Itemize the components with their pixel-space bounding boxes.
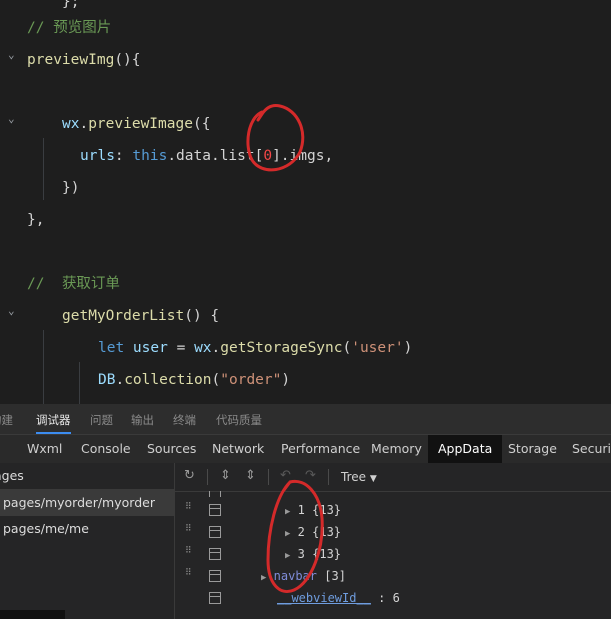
fold-chevron-down-icon[interactable]: ⌄ bbox=[8, 305, 18, 316]
tab-debugger[interactable]: 调试器 bbox=[36, 412, 71, 434]
code-line: }, bbox=[27, 212, 45, 228]
drag-handle-icon[interactable]: ⠿ bbox=[185, 503, 193, 515]
page-item-me[interactable]: pages/me/me bbox=[0, 516, 177, 542]
node-icon bbox=[209, 592, 221, 604]
tab-storage[interactable]: Storage bbox=[498, 435, 567, 463]
appdata-toolbar: ↻ ⇕ ⇕ ↶ ↷ Tree ▼ bbox=[175, 463, 611, 492]
node-icon bbox=[209, 570, 221, 582]
status-strip bbox=[0, 610, 65, 619]
code-line: DB.collection("order") bbox=[98, 372, 291, 388]
node-icon bbox=[209, 548, 221, 560]
panel-top-tabs: 构建 调试器 问题 输出 终端 代码质量 bbox=[0, 404, 611, 434]
tree-row[interactable]: ⠿ ▶ 1 {13} bbox=[175, 499, 611, 521]
indent-guide bbox=[43, 330, 44, 404]
drag-handle-icon[interactable]: ⠿ bbox=[185, 525, 193, 537]
pages-header: Pages bbox=[0, 463, 174, 490]
collapse-all-icon[interactable]: ⇕ bbox=[220, 468, 231, 483]
code-line: let user = wx.getStorageSync('user') bbox=[98, 340, 413, 356]
tree-row-partial bbox=[175, 491, 611, 497]
code-line: }; bbox=[62, 0, 80, 10]
tab-build[interactable]: 构建 bbox=[0, 412, 13, 428]
fold-chevron-down-icon[interactable]: ⌄ bbox=[8, 49, 18, 60]
tab-console[interactable]: Console bbox=[71, 435, 141, 463]
fold-chevron-down-icon[interactable]: ⌄ bbox=[8, 113, 18, 124]
tab-memory[interactable]: Memory bbox=[361, 435, 432, 463]
expand-arrow-icon[interactable]: ▶ bbox=[285, 551, 290, 561]
indent-guide bbox=[79, 362, 80, 404]
code-line: wx.previewImage({ bbox=[62, 116, 211, 132]
node-icon bbox=[209, 526, 221, 538]
tab-security[interactable]: Security bbox=[562, 435, 611, 463]
toolbar-divider bbox=[207, 469, 208, 485]
tab-performance[interactable]: Performance bbox=[271, 435, 370, 463]
code-comment: // 获取订单 bbox=[27, 276, 120, 292]
view-mode-select[interactable]: Tree ▼ bbox=[341, 470, 377, 484]
code-line: urls: this.data.list[0].imgs, bbox=[80, 148, 334, 164]
toolbar-divider bbox=[328, 469, 329, 485]
code-line: getMyOrderList() { bbox=[62, 308, 220, 324]
page-item-myorder[interactable]: pages/myorder/myorder bbox=[0, 490, 177, 516]
tab-terminal[interactable]: 终端 bbox=[173, 412, 196, 428]
tree-row-webviewid[interactable]: __webviewId__ : 6 bbox=[175, 587, 611, 609]
tab-code-quality[interactable]: 代码质量 bbox=[216, 412, 262, 428]
expand-arrow-icon[interactable]: ▶ bbox=[285, 507, 290, 517]
toolbar-divider bbox=[268, 469, 269, 485]
code-line: previewImg(){ bbox=[27, 52, 141, 68]
expand-arrow-icon[interactable]: ▶ bbox=[285, 529, 290, 539]
code-editor[interactable]: }; // 预览图片 ⌄ previewImg(){ ⌄ wx.previewI… bbox=[0, 0, 611, 404]
indent-guide bbox=[43, 138, 44, 200]
appdata-tree-panel: ↻ ⇕ ⇕ ↶ ↷ Tree ▼ ⠿ ▶ 1 {13} ⠿ ▶ 2 {13} ⠿… bbox=[175, 463, 611, 619]
expand-arrow-icon[interactable]: ▶ bbox=[261, 573, 266, 583]
tree-row[interactable]: ⠿ ▶ 3 {13} bbox=[175, 543, 611, 565]
tab-problems[interactable]: 问题 bbox=[90, 412, 113, 428]
tab-output[interactable]: 输出 bbox=[131, 412, 154, 428]
tab-appdata[interactable]: AppData bbox=[428, 435, 503, 463]
tab-wxml[interactable]: Wxml bbox=[17, 435, 72, 463]
drag-handle-icon[interactable]: ⠿ bbox=[185, 547, 193, 559]
expand-all-icon[interactable]: ⇕ bbox=[245, 468, 256, 483]
tab-sources[interactable]: Sources bbox=[137, 435, 206, 463]
chevron-down-icon: ▼ bbox=[369, 474, 377, 484]
refresh-icon[interactable]: ↻ bbox=[184, 468, 195, 483]
node-icon bbox=[209, 504, 221, 516]
tab-network[interactable]: Network bbox=[202, 435, 274, 463]
tree-row-navbar[interactable]: ⠿ ▶ navbar [3] bbox=[175, 565, 611, 587]
code-comment: // 预览图片 bbox=[27, 20, 112, 36]
tree-row[interactable]: ⠿ ▶ 2 {13} bbox=[175, 521, 611, 543]
undo-icon[interactable]: ↶ bbox=[280, 468, 291, 483]
drag-handle-icon[interactable]: ⠿ bbox=[185, 569, 193, 581]
devtools-tabs: Wxml Console Sources Network Performance… bbox=[0, 434, 611, 464]
debug-panel: 构建 调试器 问题 输出 终端 代码质量 Wxml Console Source… bbox=[0, 404, 611, 619]
code-line: }) bbox=[62, 180, 80, 196]
pages-list: Pages pages/myorder/myorder pages/me/me bbox=[0, 463, 177, 619]
redo-icon[interactable]: ↷ bbox=[305, 468, 316, 483]
